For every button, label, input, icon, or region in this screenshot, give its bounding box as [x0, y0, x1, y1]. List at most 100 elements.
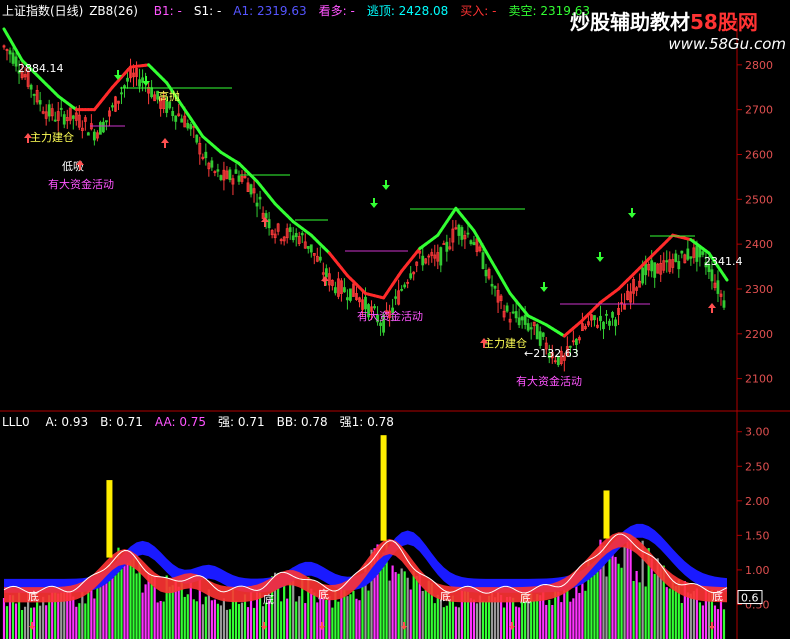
histogram-bar — [686, 592, 689, 639]
histogram-bar — [572, 598, 575, 639]
histogram-bar — [442, 607, 445, 639]
histogram-bar — [713, 605, 717, 639]
chart-annotation: 主力建仓 — [30, 130, 74, 144]
histogram-bar — [304, 603, 307, 639]
histogram-bar — [120, 568, 123, 639]
candle-body — [309, 244, 313, 253]
histogram-bar — [225, 609, 229, 639]
y-tick-label: 3.00 — [745, 426, 770, 439]
histogram-bar — [23, 606, 27, 639]
histogram-bar — [394, 572, 397, 639]
histogram-bar — [313, 592, 316, 639]
candle-body — [517, 317, 521, 326]
candle-body — [343, 287, 346, 293]
y-tick-label: 2100 — [745, 373, 773, 386]
y-tick-label: 2800 — [745, 59, 773, 72]
histogram-bar — [448, 600, 451, 639]
candle-body — [249, 184, 253, 195]
histogram-bar — [222, 598, 226, 639]
candle-body — [228, 169, 232, 181]
histogram-bar — [457, 607, 460, 639]
candle-body — [403, 284, 407, 288]
candle-body — [716, 280, 720, 294]
candle-body — [665, 260, 669, 263]
histogram-bar — [379, 566, 382, 639]
watermark-text: 炒股辅助教材 — [570, 10, 690, 34]
y-tick-label: 2300 — [745, 283, 773, 296]
yellow-spike — [380, 435, 387, 541]
candle-body — [722, 300, 726, 308]
histogram-bar — [228, 609, 232, 639]
candle-body — [394, 296, 398, 299]
candle-body — [195, 134, 199, 143]
sub-field: 强: 0.71 — [218, 415, 265, 429]
histogram-bar — [289, 578, 292, 639]
histogram-bar — [195, 601, 198, 639]
candle-body — [695, 245, 699, 262]
sell-arrow-icon — [370, 198, 378, 208]
buy-arrow-icon — [708, 303, 716, 313]
bottom-annotation: 底 — [263, 592, 274, 606]
histogram-bar — [439, 599, 442, 639]
histogram-bar — [240, 602, 244, 639]
histogram-bar — [39, 605, 42, 639]
candle-body — [59, 107, 63, 110]
histogram-bar — [653, 573, 656, 639]
candle-body — [99, 122, 102, 135]
histogram-bar — [216, 603, 219, 639]
histogram-bar — [614, 556, 617, 639]
sub-field: 强1: 0.78 — [339, 415, 394, 429]
chart-annotation: 主力建仓 — [483, 336, 527, 350]
histogram-bar — [45, 605, 48, 639]
yellow-spike — [603, 490, 610, 539]
histogram-bar — [475, 603, 479, 639]
histogram-bar — [515, 606, 518, 639]
candle-body — [686, 248, 690, 260]
histogram-bar — [111, 572, 114, 639]
buy-arrow-icon — [321, 276, 329, 286]
candle-body — [364, 296, 367, 310]
histogram-bar — [280, 601, 283, 639]
candle-body — [138, 79, 141, 87]
histogram-bar — [590, 571, 593, 639]
candle-body — [346, 297, 349, 301]
histogram-bar — [162, 601, 165, 639]
histogram-bar — [186, 594, 189, 639]
sub-header: LLL0 A: 0.93 B: 0.71 AA: 0.75 强: 0.71 BB: 0.… — [2, 413, 394, 430]
histogram-bar — [310, 588, 313, 639]
candle-body — [614, 319, 617, 327]
chart-svg[interactable]: 21002200230024002500260027002800主力建仓低吸有大… — [0, 0, 790, 639]
histogram-bar — [268, 600, 271, 639]
histogram-bar — [575, 579, 578, 639]
bottom-annotation: 底 — [440, 589, 451, 603]
candle-body — [92, 131, 96, 141]
histogram-bar — [493, 597, 497, 639]
chart-annotation: 高抛 — [158, 89, 180, 103]
candle-body — [333, 287, 337, 294]
candle-body — [710, 269, 714, 282]
candle-body — [14, 56, 18, 67]
candle-body — [490, 283, 494, 287]
histogram-bar — [668, 588, 671, 639]
histogram-bar — [355, 598, 358, 639]
histogram-bar — [424, 589, 427, 639]
histogram-bar — [539, 595, 542, 639]
histogram-bar — [150, 576, 153, 639]
chart-title: 上证指数(日线) — [2, 4, 84, 18]
histogram-bar — [635, 570, 638, 639]
histogram-bar — [596, 570, 599, 639]
candle-body — [53, 119, 57, 122]
histogram-bar — [126, 555, 129, 639]
candle-body — [641, 267, 645, 284]
histogram-bar — [168, 586, 171, 639]
candle-body — [204, 151, 208, 159]
current-value: 0.6 — [741, 592, 759, 605]
histogram-bar — [36, 602, 39, 639]
candle-body — [32, 94, 36, 96]
histogram-bar — [349, 594, 352, 639]
candle-body — [38, 100, 42, 105]
candle-body — [180, 118, 184, 123]
chart-annotation: 有大资金活动 — [516, 374, 582, 388]
watermark: 炒股辅助教材58股网 www.58Gu.com — [570, 6, 786, 53]
histogram-bar — [512, 597, 515, 639]
